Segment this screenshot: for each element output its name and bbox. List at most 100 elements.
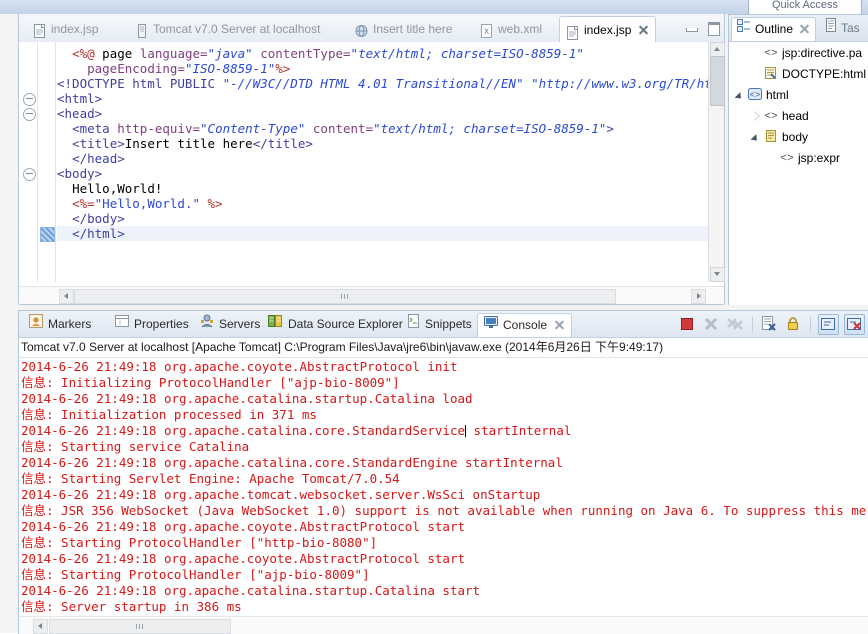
editor-vscroll-thumb[interactable] [710,56,725,106]
console-line-text: 2014-6-26 21:49:18 org.apache.catalina.s… [21,391,473,406]
close-icon[interactable] [799,24,810,35]
outline-tab-1[interactable]: Tas [819,17,865,40]
fold-collapse-icon[interactable] [23,93,36,106]
bottom-tab-0[interactable]: Markers [23,313,97,336]
minimize-editor-button[interactable] [684,20,698,34]
scroll-lock-button[interactable] [784,315,803,334]
svg-text:<>: <> [780,153,793,164]
pin-console-button[interactable] [818,314,839,335]
outline-view: Outline Tas <> jsp:directive.pa DOCTYPE:htm… [728,14,868,305]
editor-tab-4[interactable]: index.jsp [559,16,657,43]
outline-node[interactable]: DOCTYPE:html [729,63,868,84]
code-line[interactable]: <html> [57,91,717,106]
code-line[interactable]: pageEncoding="ISO-8859-1"%> [57,61,717,76]
code-token: content= [305,121,374,136]
console-line-text: 信息: Starting service Catalina [21,439,250,454]
server-icon [135,22,148,38]
console-line-text: 信息: Starting Servlet Engine: Apache Tomc… [21,471,400,486]
bottom-tab-4[interactable]: Snippets [401,313,478,336]
fold-collapse-icon[interactable] [23,108,36,121]
scroll-left-arrow-icon[interactable] [59,289,74,304]
outline-tree[interactable]: <> jsp:directive.pa DOCTYPE:html <> html <> he… [729,42,868,168]
code-line[interactable]: </head> [57,151,717,166]
maximize-editor-button[interactable] [706,20,720,36]
display-selected-console-button[interactable] [844,314,865,335]
code-editor[interactable]: <%@ page language="java" contentType="te… [19,42,724,282]
editor-horizontal-scrollbar[interactable] [19,286,724,304]
close-icon[interactable] [554,320,565,331]
outline-node[interactable]: <> jsp:expr [729,147,868,168]
fold-collapse-icon[interactable] [23,168,36,181]
close-icon[interactable] [638,25,649,36]
bottom-tab-1[interactable]: Properties [109,313,195,336]
code-line[interactable]: <%="Hello,World." %> [57,196,717,211]
properties-icon [115,313,129,336]
outline-tab-0[interactable]: Outline [731,17,817,41]
outline-node-label: DOCTYPE:html [782,66,867,81]
bottom-tab-2[interactable]: Servers [194,313,266,336]
twisty-expanded-icon[interactable] [751,126,763,147]
changed-line-marker-icon[interactable] [40,227,55,242]
marker-margin[interactable] [38,42,56,282]
code-token: "ISO-8859-1" [184,61,276,76]
scroll-right-arrow-icon[interactable] [691,289,706,304]
console-scroll-left-arrow-icon[interactable] [33,619,48,634]
outline-node[interactable]: <> head [729,105,868,126]
code-token: <html> [57,91,103,106]
console-line: 2014-6-26 21:49:18 org.apache.catalina.c… [21,423,867,439]
bottom-tab-5[interactable]: Console [477,313,573,337]
code-line[interactable]: </html> [57,226,717,241]
code-token: <!DOCTYPE html PUBLIC [57,76,223,91]
editor-vertical-scrollbar[interactable] [708,42,725,282]
outline-node[interactable]: <> html [729,84,868,105]
folding-margin[interactable] [19,42,38,282]
scroll-up-arrow-icon[interactable] [710,42,725,57]
twisty-collapsed-icon[interactable] [751,105,763,126]
console-output[interactable]: 2014-6-26 21:49:18 org.apache.coyote.Abs… [21,359,867,617]
code-line[interactable]: <%@ page language="java" contentType="te… [57,46,717,61]
snippets-icon [407,313,420,336]
code-line[interactable]: <head> [57,106,717,121]
console-hscroll-thumb[interactable] [49,619,231,634]
code-token: <meta [72,121,118,136]
code-line[interactable]: </body> [57,211,717,226]
code-line[interactable]: <!DOCTYPE html PUBLIC "-//W3C//DTD HTML … [57,76,724,91]
console-icon [484,314,498,337]
code-token: "java" [207,46,253,61]
terminate-button[interactable] [678,315,697,334]
console-line: 信息: Starting ProtocolHandler ["ajp-bio-8… [21,567,867,583]
scroll-down-arrow-icon[interactable] [710,267,725,282]
code-line[interactable]: <meta http-equiv="Content-Type" content=… [57,121,717,136]
twisty-expanded-icon[interactable] [735,84,747,105]
clear-console-button[interactable] [760,315,779,334]
editor-area: index.jsp Tomcat v7.0 Server at localhost… [18,14,725,305]
editor-tab-2[interactable]: Insert title here [349,17,458,41]
editor-tab-3[interactable]: Xweb.xml [474,17,548,41]
code-line[interactable]: <title>Insert title here</title> [57,136,717,151]
code-line[interactable]: <body> [57,166,717,181]
panel-sash[interactable] [18,305,868,309]
outline-tab-bar: Outline Tas [729,15,868,42]
outline-node[interactable]: <> jsp:directive.pa [729,42,868,63]
lock-icon [784,315,803,336]
svg-text:X: X [484,28,489,37]
editor-tab-bar: index.jsp Tomcat v7.0 Server at localhost… [19,14,724,43]
quick-access-input[interactable]: Quick Access [748,0,862,14]
outline-node[interactable]: body [729,126,868,147]
console-line-text: 信息: Starting ProtocolHandler ["http-bio-… [21,535,378,550]
element-icon: <> [763,108,779,124]
twisty-none [751,42,763,63]
console-header: Tomcat v7.0 Server at localhost [Apache … [21,340,664,354]
editor-hscroll-thumb[interactable] [74,289,616,304]
console-line-text: 信息: Initializing ProtocolHandler ["ajp-b… [21,375,400,390]
tasks-icon [824,17,837,40]
code-text[interactable]: <%@ page language="java" contentType="te… [57,46,724,241]
code-line[interactable]: Hello,World! [57,181,717,196]
code-token: "Content-Type" [200,121,306,136]
editor-tab-0[interactable]: index.jsp [27,17,104,41]
console-horizontal-scrollbar[interactable] [19,616,868,634]
editor-tab-1[interactable]: Tomcat v7.0 Server at localhost [129,17,326,41]
code-token: <%= [72,196,95,211]
bottom-tab-3[interactable]: Data Source Explorer [262,313,409,336]
